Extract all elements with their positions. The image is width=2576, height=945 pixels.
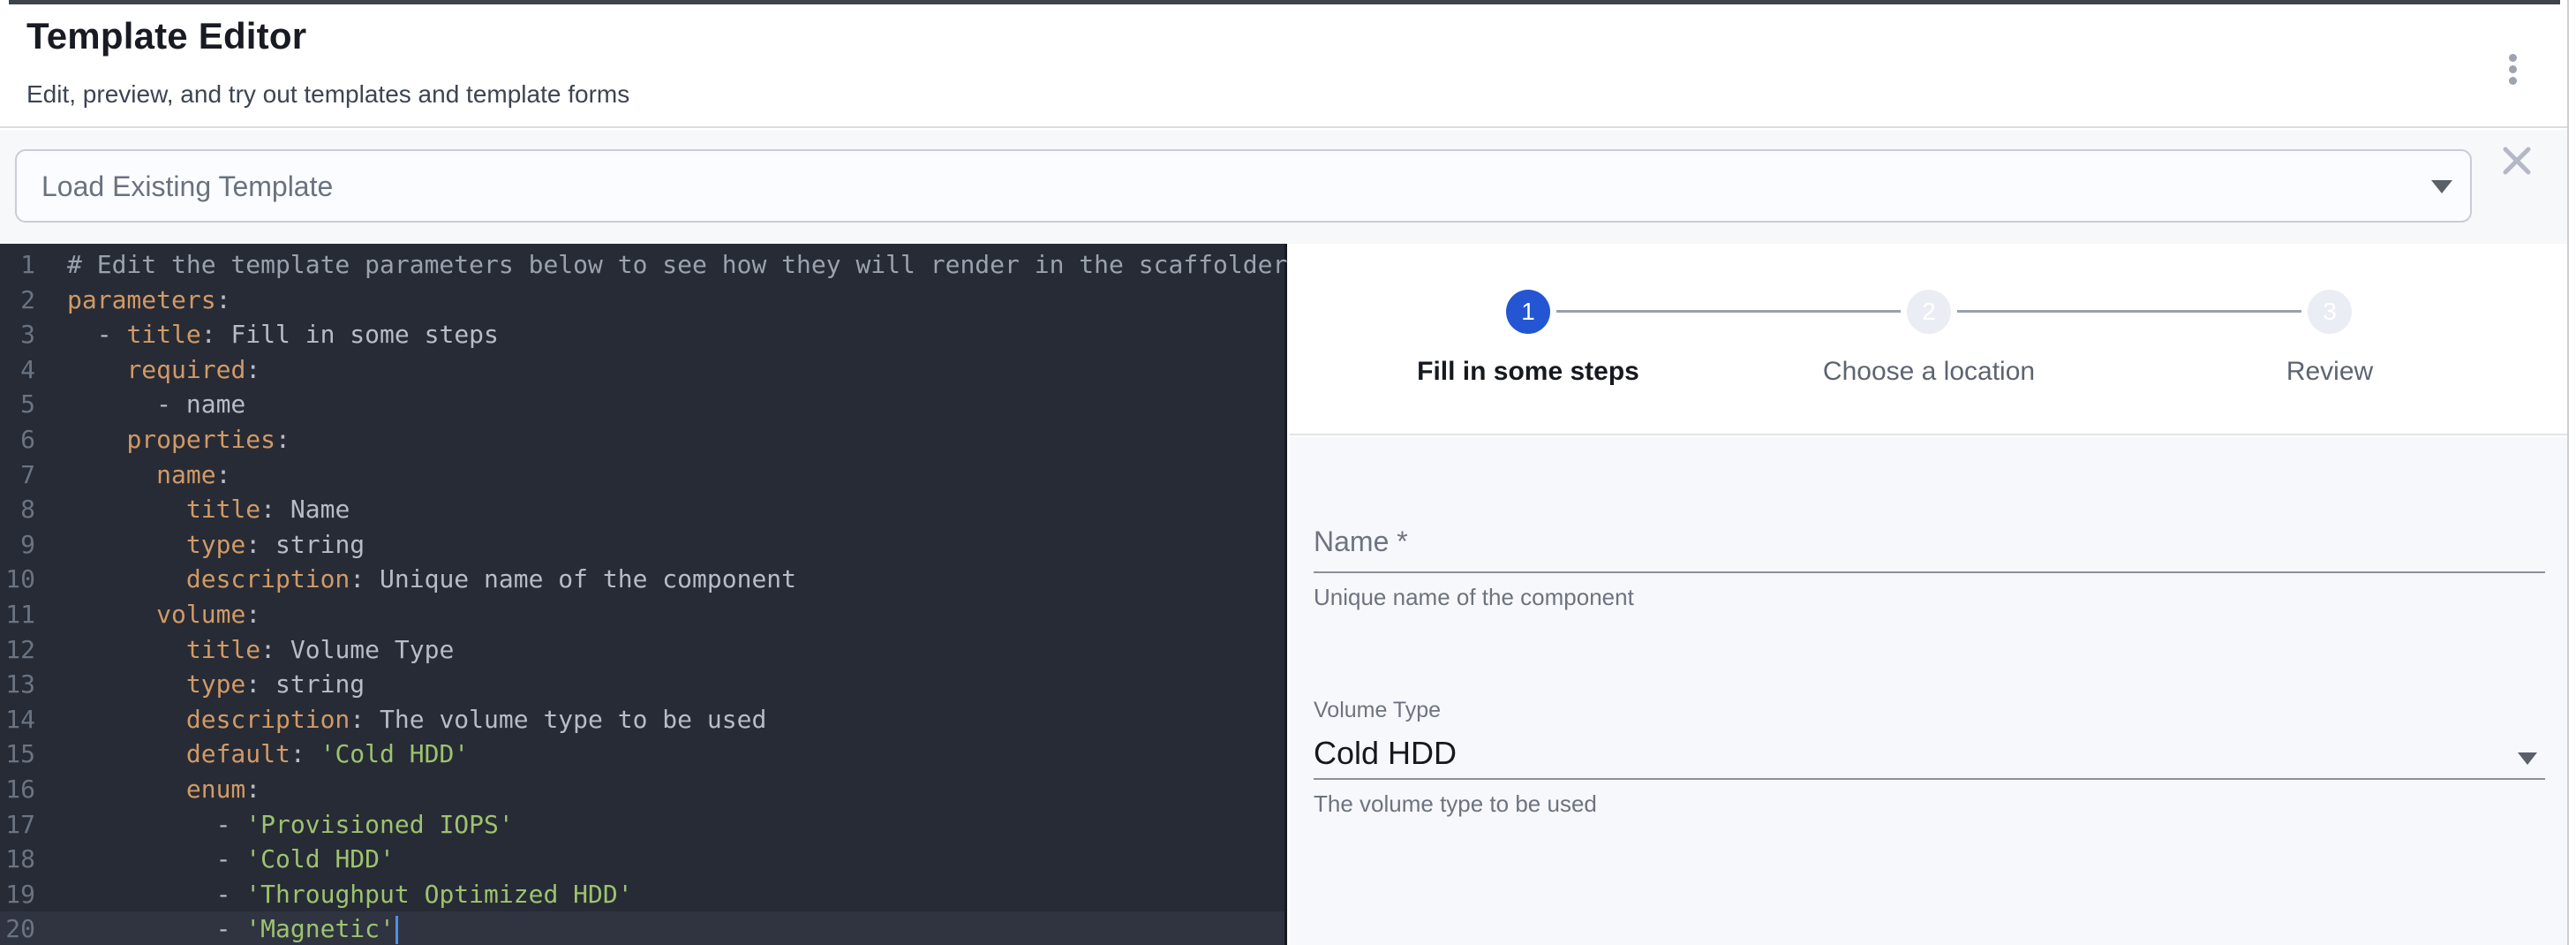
code-line-6[interactable]: 6 properties: [0,422,1284,457]
text-cursor [395,916,398,944]
volume-type-select[interactable]: Volume Type Cold HDD The volume type to … [1314,698,2545,723]
line-number: 11 [0,597,35,632]
page-subtitle: Edit, preview, and try out templates and… [26,80,629,109]
code-line-9[interactable]: 9 type: string [0,527,1284,563]
load-template-placeholder: Load Existing Template [41,170,333,203]
template-picker-row: Load Existing Template [0,130,2567,244]
step-2-label: Choose a location [1735,357,2123,387]
name-field-helper: Unique name of the component [1314,584,1634,611]
step-connector [1556,310,1901,313]
name-field-label: Name * [1314,525,2545,558]
line-number: 4 [0,352,35,388]
line-number: 10 [0,562,35,597]
chevron-down-icon [2431,180,2452,193]
code-line-7[interactable]: 7 name: [0,457,1284,493]
line-number: 8 [0,492,35,527]
line-number: 13 [0,667,35,702]
code-line-16[interactable]: 16 enum: [0,772,1284,807]
code-line-5[interactable]: 5 - name [0,387,1284,422]
code-line-10[interactable]: 10 description: Unique name of the compo… [0,562,1284,597]
clear-template-icon[interactable] [2500,144,2534,178]
load-template-select[interactable]: Load Existing Template [15,149,2472,223]
code-line-11[interactable]: 11 volume: [0,597,1284,632]
line-number: 1 [0,247,35,283]
line-number: 19 [0,877,35,912]
yaml-code-editor[interactable]: 1# Edit the template parameters below to… [0,244,1287,945]
step-2-circle: 2 [1907,290,1951,334]
line-number: 3 [0,317,35,352]
code-line-13[interactable]: 13 type: string [0,667,1284,702]
step-1-label: Fill in some steps [1334,357,1722,387]
form-section: Name * Unique name of the component Volu… [1290,437,2567,945]
code-line-17[interactable]: 17 - 'Provisioned IOPS' [0,807,1284,843]
volume-field-value: Cold HDD [1314,735,1457,772]
template-form-preview: 1 Fill in some steps 2 Choose a location 3 Re… [1290,244,2567,945]
line-number: 20 [0,911,35,945]
name-field-underline [1314,571,2545,573]
line-number: 9 [0,527,35,563]
chevron-down-icon [2518,752,2537,765]
step-connector [1957,310,2301,313]
line-number: 14 [0,702,35,737]
header: Template Editor Edit, preview, and try o… [0,4,2567,128]
code-line-15[interactable]: 15 default: 'Cold HDD' [0,737,1284,772]
line-number: 5 [0,387,35,422]
code-line-12[interactable]: 12 title: Volume Type [0,632,1284,668]
code-line-18[interactable]: 18 - 'Cold HDD' [0,842,1284,877]
template-editor-screen: Template Editor Edit, preview, and try o… [0,0,2576,945]
line-number: 18 [0,842,35,877]
line-number: 16 [0,772,35,807]
name-field[interactable]: Name * Unique name of the component [1314,525,2545,558]
line-number: 7 [0,457,35,493]
volume-field-underline [1314,778,2545,780]
stepper: 1 Fill in some steps 2 Choose a location 3 Re… [1290,244,2567,435]
step-3-circle: 3 [2308,290,2352,334]
code-line-4[interactable]: 4 required: [0,352,1284,388]
page-scrollbar[interactable] [2567,0,2576,945]
line-number: 17 [0,807,35,843]
code-line-3[interactable]: 3 - title: Fill in some steps [0,317,1284,352]
code-line-19[interactable]: 19 - 'Throughput Optimized HDD' [0,877,1284,912]
volume-field-helper: The volume type to be used [1314,790,1597,818]
code-line-20[interactable]: 20 - 'Magnetic' [0,911,1284,945]
kebab-menu-icon[interactable] [2497,43,2532,96]
step-3-label: Review [2135,357,2524,387]
code-line-8[interactable]: 8 title: Name [0,492,1284,527]
line-number: 12 [0,632,35,668]
step-1-circle: 1 [1506,290,1550,334]
code-line-2[interactable]: 2parameters: [0,283,1284,318]
line-number: 15 [0,737,35,772]
page-title: Template Editor [26,15,306,57]
line-number: 6 [0,422,35,457]
line-number: 2 [0,283,35,318]
code-line-14[interactable]: 14 description: The volume type to be us… [0,702,1284,737]
code-line-1[interactable]: 1# Edit the template parameters below to… [0,247,1284,283]
volume-field-label: Volume Type [1314,698,2545,723]
